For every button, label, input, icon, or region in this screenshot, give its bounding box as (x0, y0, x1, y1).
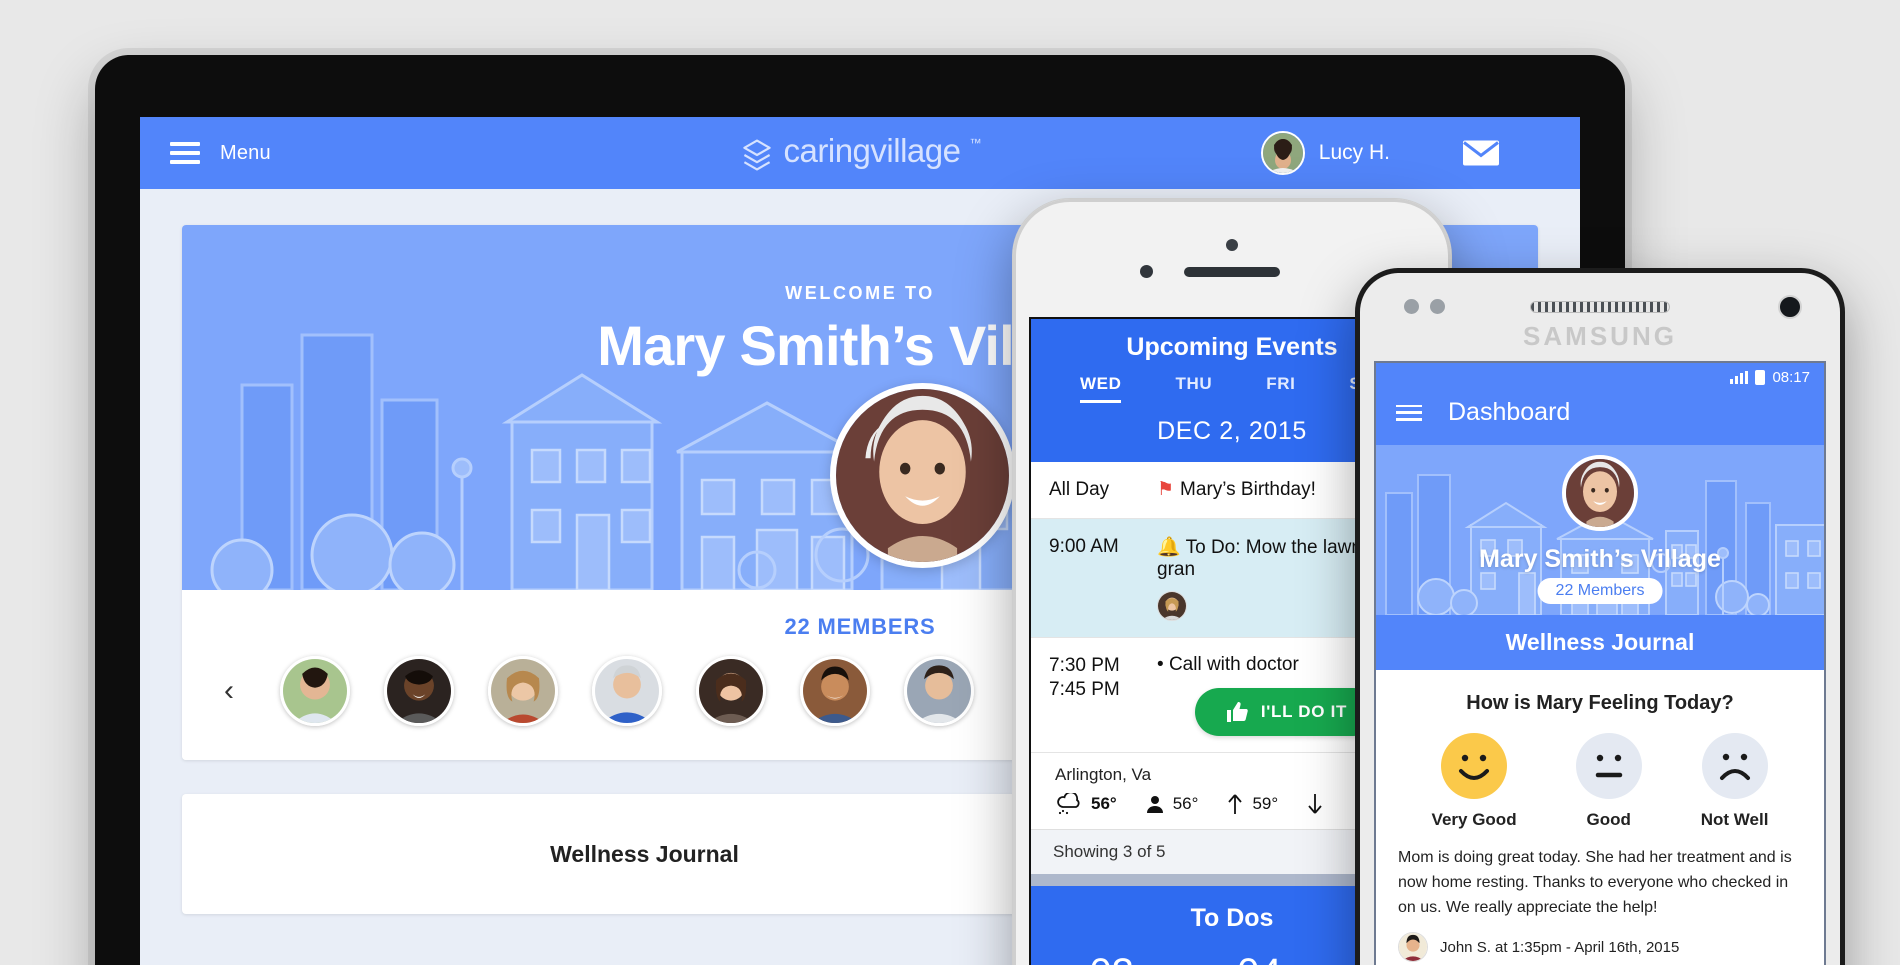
event-time: 7:30 PM 7:45 PM (1049, 654, 1120, 700)
showing-count: Showing 3 of 5 (1053, 841, 1166, 861)
smiley-sad-icon (1701, 733, 1768, 799)
todo-stat-assigned-to-me[interactable]: 04 ASSIGNED TO ME (1199, 953, 1319, 965)
user-menu[interactable]: Lucy H. (1260, 117, 1390, 189)
android-device: SAMSUNG 08:17 Dashboard Mary Smith’s Vil… (1355, 268, 1845, 965)
mood-option-very-good[interactable]: Very Good (1432, 733, 1517, 830)
tab-fri[interactable]: FRI (1266, 374, 1295, 403)
arrow-up-icon (1228, 794, 1243, 814)
wellness-question: How is Mary Feeling Today? (1466, 692, 1734, 714)
event-text: Mary’s Birthday! (1180, 479, 1316, 500)
tab-thu[interactable]: THU (1175, 374, 1212, 403)
smiley-neutral-icon (1575, 733, 1642, 799)
event-time: 9:00 AM (1049, 535, 1119, 557)
app-bar: Dashboard (1376, 388, 1824, 445)
village-name: Mary Smith’s Village (1479, 545, 1721, 573)
member-avatar[interactable] (488, 656, 558, 726)
todo-stat-unassigned[interactable]: 03 UNASSIGNED (1066, 953, 1158, 965)
ill-do-it-label: I'LL DO IT (1260, 701, 1348, 721)
journal-byline-text: John S. at 1:35pm - April 16th, 2015 (1440, 938, 1680, 956)
sensor-icon (1140, 265, 1153, 278)
android-village-hero: Mary Smith’s Village 22 Members (1376, 445, 1824, 615)
status-bar: 08:17 (1376, 363, 1824, 388)
weather-feels-temp: 56° (1172, 793, 1199, 813)
logo-wordmark: caringvillage (783, 131, 961, 169)
envelope-icon[interactable] (1462, 140, 1500, 167)
hamburger-icon[interactable] (170, 142, 200, 164)
earpiece-speaker (1530, 301, 1670, 313)
care-recipient-photo[interactable] (1562, 455, 1638, 531)
event-text: To Do: Mow the lawn at gran (1157, 536, 1384, 580)
members-count-badge[interactable]: 22 Members (1537, 578, 1663, 604)
sensor-icon (1430, 299, 1445, 314)
todo-stat-number: 03 (1066, 953, 1158, 965)
member-avatar[interactable] (384, 656, 454, 726)
weather-feels: 56° (1145, 793, 1199, 814)
hamburger-icon[interactable] (1396, 404, 1422, 421)
member-avatar[interactable] (696, 656, 766, 726)
bell-icon: 🔔 (1157, 536, 1181, 558)
member-avatar[interactable] (904, 656, 974, 726)
mood-label: Not Well (1700, 810, 1769, 829)
wellness-journal-title: Wellness Journal (550, 840, 739, 867)
mood-option-good[interactable]: Good (1575, 733, 1642, 830)
thumbs-up-icon (1226, 701, 1248, 722)
todo-stat-number: 04 (1199, 953, 1319, 965)
avatar[interactable] (1260, 131, 1305, 175)
mood-label: Very Good (1431, 810, 1517, 829)
member-avatar[interactable] (280, 656, 350, 726)
tab-wed[interactable]: WED (1080, 374, 1122, 403)
weather-high: 59° (1226, 793, 1278, 815)
mood-selector: Very Good Good Not Well (1376, 715, 1824, 834)
smiley-happy-icon (1441, 733, 1508, 799)
menu-label[interactable]: Menu (220, 142, 271, 165)
app-bar-title: Dashboard (1448, 398, 1571, 426)
event-text: Call with doctor (1168, 653, 1299, 675)
member-avatar[interactable] (800, 656, 870, 726)
wellness-journal-header: Wellness Journal (1376, 615, 1824, 670)
person-icon (1146, 795, 1163, 813)
weather-current: 56° (1055, 792, 1117, 815)
journal-note: Mom is doing great today. She had her tr… (1398, 849, 1792, 916)
event-time: All Day (1049, 479, 1110, 500)
carousel-prev-button[interactable]: ‹ (212, 674, 246, 708)
status-time: 08:17 (1772, 369, 1810, 386)
user-name[interactable]: Lucy H. (1319, 141, 1390, 165)
front-camera-icon (1778, 295, 1802, 319)
snow-cloud-icon (1057, 792, 1080, 814)
care-recipient-photo[interactable] (830, 383, 1015, 568)
battery-icon (1755, 370, 1766, 385)
trademark-symbol: ™ (969, 135, 982, 150)
journal-byline: John S. at 1:35pm - April 16th, 2015 (1376, 920, 1824, 963)
caringvillage-logo-icon (742, 139, 771, 170)
tablet-topbar: Menu caringvillage ™ Lucy H. (140, 117, 1580, 189)
bullet-icon: • (1157, 653, 1164, 675)
signal-bars-icon (1730, 371, 1749, 384)
mood-option-not-well[interactable]: Not Well (1700, 733, 1769, 830)
ill-do-it-button[interactable]: I'LL DO IT (1194, 687, 1378, 736)
weather-current-temp: 56° (1091, 793, 1117, 813)
sensor-icon (1404, 299, 1419, 314)
assignee-avatar[interactable] (1157, 590, 1187, 621)
android-screen: 08:17 Dashboard Mary Smith’s Village 22 … (1374, 361, 1826, 965)
flag-icon: ⚑ (1157, 479, 1175, 500)
weather-high-temp: 59° (1252, 793, 1279, 813)
avatar[interactable] (1398, 932, 1428, 963)
member-avatar[interactable] (592, 656, 662, 726)
device-brand-label: SAMSUNG (1523, 321, 1677, 351)
arrow-down-icon (1308, 793, 1322, 814)
front-camera-icon (1226, 239, 1238, 251)
mood-label: Good (1586, 810, 1631, 829)
earpiece-speaker (1184, 267, 1280, 277)
weather-low (1306, 793, 1324, 815)
wellness-journal-left: Wellness Journal (182, 794, 1107, 914)
